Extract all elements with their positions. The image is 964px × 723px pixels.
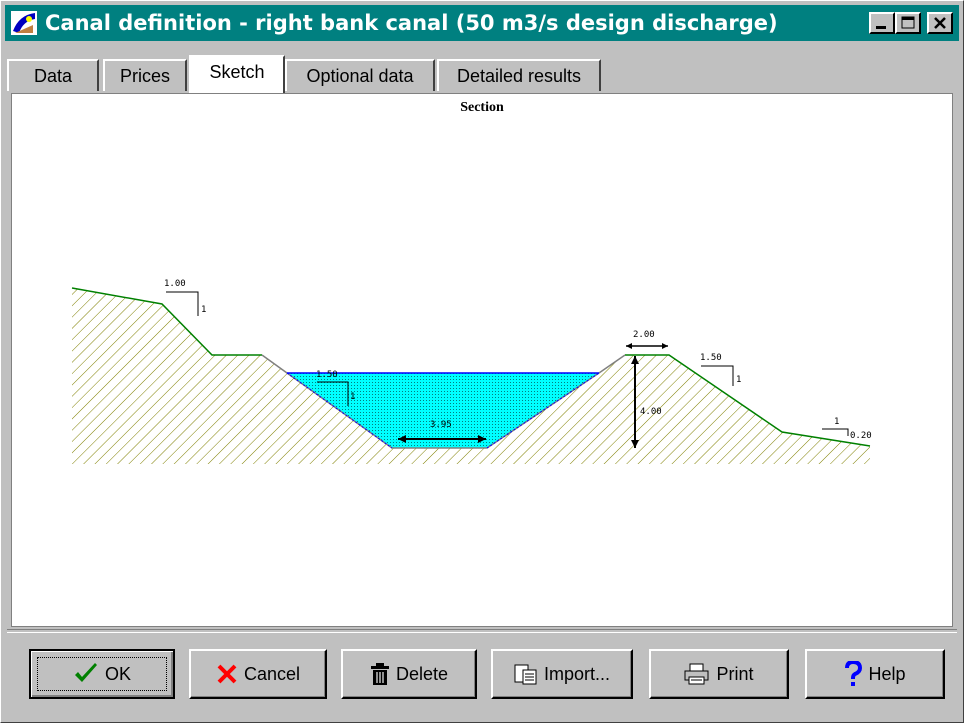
left-slope-vertical-label: 1 bbox=[201, 305, 206, 315]
bank-top-width-label: 2.00 bbox=[633, 330, 655, 340]
sketch-panel: Section 1.00 1 1.50 1 3.95 2.00 4.00 1.5… bbox=[11, 93, 953, 627]
delete-button[interactable]: Delete bbox=[341, 649, 477, 699]
printer-icon bbox=[684, 663, 709, 685]
minimize-icon bbox=[876, 26, 886, 29]
tab-data[interactable]: Data bbox=[7, 59, 99, 91]
print-label: Print bbox=[716, 663, 754, 684]
x-cancel-icon bbox=[217, 664, 237, 684]
tab-sketch[interactable]: Sketch bbox=[189, 55, 285, 93]
dialog-window: Canal definition - right bank canal (50 … bbox=[0, 0, 964, 723]
button-separator bbox=[7, 629, 957, 633]
ok-button[interactable]: OK bbox=[29, 649, 175, 699]
tab-detailed-results[interactable]: Detailed results bbox=[437, 59, 601, 91]
button-bar: OK Cancel Delete Import... Print Help bbox=[13, 639, 953, 709]
trash-icon bbox=[370, 663, 389, 685]
window-title: Canal definition - right bank canal (50 … bbox=[45, 11, 778, 35]
canal-depth-label: 4.00 bbox=[640, 407, 662, 417]
canal-section-drawing: 1.00 1 1.50 1 3.95 2.00 4.00 1.50 1 1 0.… bbox=[71, 279, 872, 464]
delete-label: Delete bbox=[395, 663, 449, 684]
clipboard-icon bbox=[514, 664, 537, 685]
far-slope-side-label: 0.20 bbox=[850, 431, 872, 441]
maximize-icon bbox=[901, 16, 915, 29]
print-button[interactable]: Print bbox=[649, 649, 789, 699]
right-slope-vertical-label: 1 bbox=[736, 375, 741, 385]
help-button[interactable]: Help bbox=[805, 649, 945, 699]
focus-rectangle bbox=[37, 657, 167, 691]
minimize-button[interactable] bbox=[869, 12, 895, 34]
canal-slope-vertical-label: 1 bbox=[350, 392, 355, 402]
left-slope-top-label: 1.00 bbox=[164, 279, 186, 289]
far-slope-marker bbox=[822, 428, 849, 436]
right-slope-top-label: 1.50 bbox=[700, 353, 722, 363]
cancel-label: Cancel bbox=[243, 663, 301, 684]
title-bar[interactable]: Canal definition - right bank canal (50 … bbox=[5, 5, 959, 41]
tab-prices[interactable]: Prices bbox=[103, 59, 187, 91]
import-button[interactable]: Import... bbox=[491, 649, 633, 699]
cancel-button[interactable]: Cancel bbox=[189, 649, 327, 699]
bottom-width-label: 3.95 bbox=[430, 420, 452, 430]
tab-optional-data[interactable]: Optional data bbox=[285, 59, 435, 91]
close-button[interactable] bbox=[927, 12, 953, 34]
import-label: Import... bbox=[543, 663, 610, 684]
canal-slope-top-label: 1.50 bbox=[316, 370, 338, 380]
close-icon bbox=[934, 17, 946, 29]
maximize-button[interactable] bbox=[895, 12, 921, 34]
question-icon bbox=[845, 661, 863, 686]
bank-top-width-dimension bbox=[626, 343, 668, 349]
help-label: Help bbox=[868, 663, 906, 684]
canal-app-icon bbox=[11, 11, 37, 35]
far-slope-top-label: 1 bbox=[834, 417, 839, 427]
